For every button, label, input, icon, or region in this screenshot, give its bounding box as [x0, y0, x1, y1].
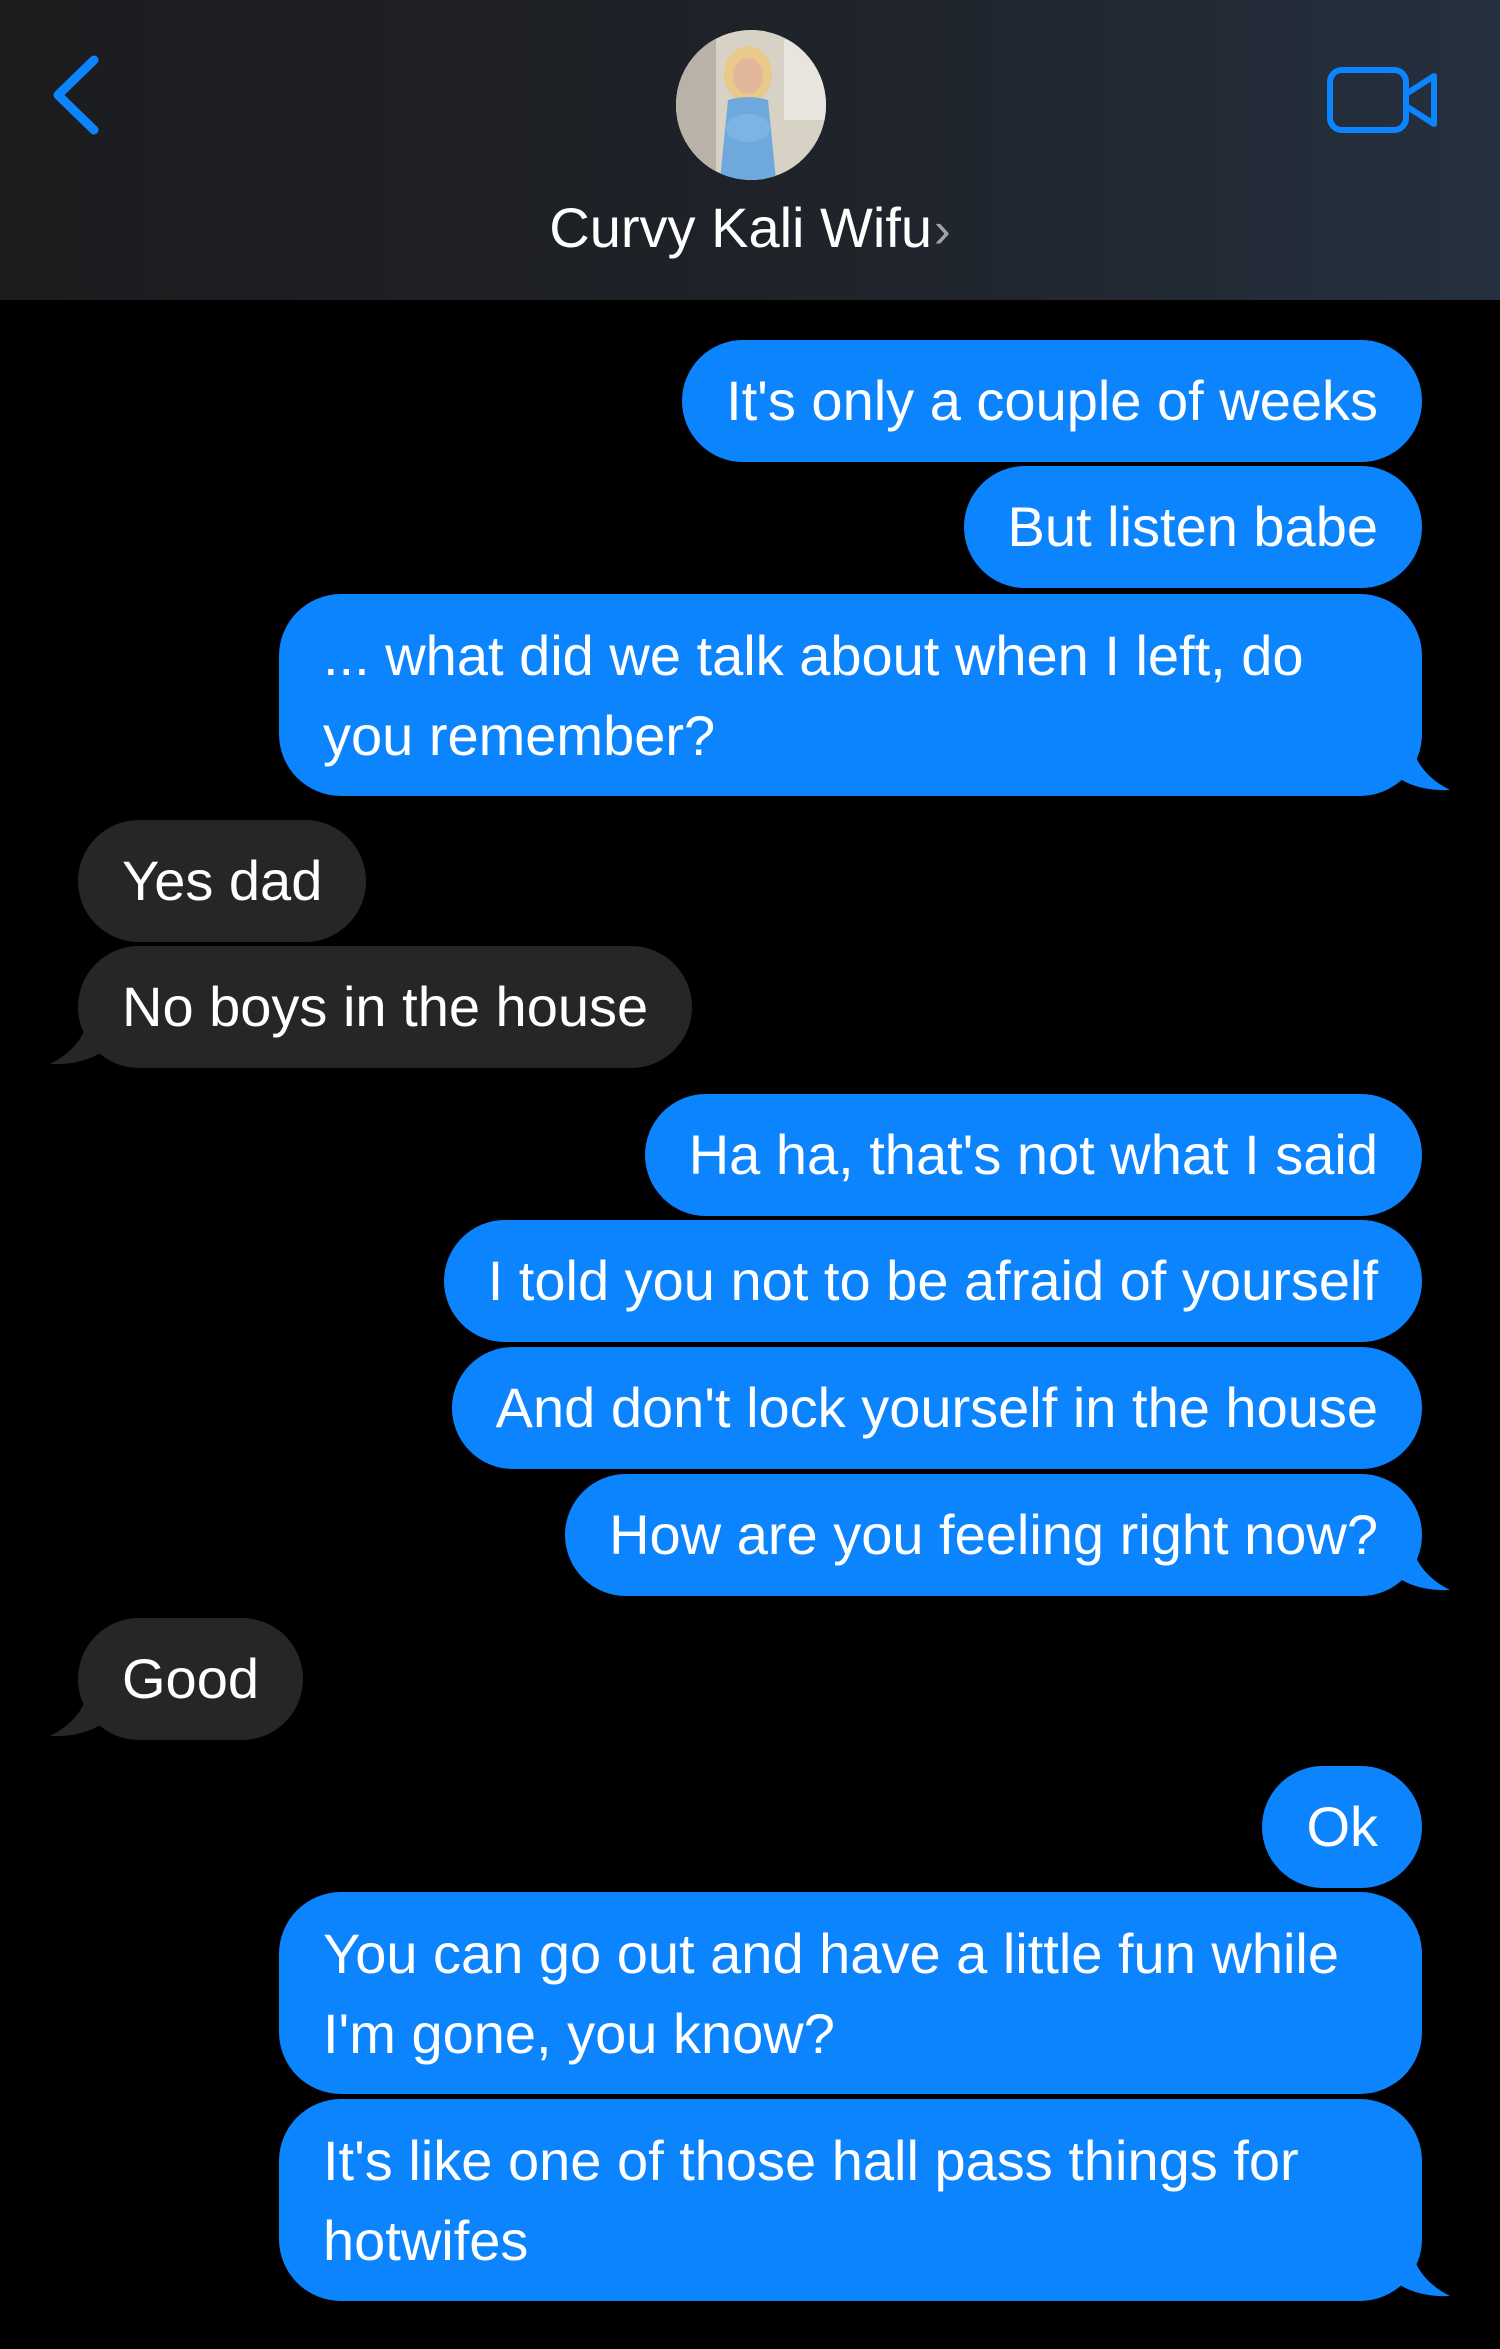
- message-bubble-sent[interactable]: It's only a couple of weeks: [682, 340, 1422, 462]
- conversation-header: Curvy Kali Wifu›: [0, 0, 1500, 300]
- message-bubble-sent[interactable]: Ok: [1262, 1766, 1422, 1888]
- contact-name: Curvy Kali Wifu: [549, 196, 933, 259]
- bubble-tail: [50, 1682, 120, 1737]
- message-text: You can go out and have a little fun whi…: [323, 1922, 1340, 2065]
- message-text: And don't lock yourself in the house: [495, 1376, 1378, 1439]
- message-bubble-received[interactable]: No boys in the house: [78, 946, 693, 1068]
- message-text: It's only a couple of weeks: [726, 369, 1378, 432]
- message-bubble-sent[interactable]: How are you feeling right now?: [565, 1474, 1422, 1596]
- message-text: I told you not to be afraid of yourself: [487, 1249, 1378, 1312]
- avatar-photo: [676, 30, 826, 180]
- message-bubble-sent[interactable]: But listen babe: [963, 466, 1422, 588]
- message-bubble-sent[interactable]: Ha ha, that's not what I said: [644, 1094, 1422, 1216]
- contact-avatar[interactable]: [676, 30, 826, 180]
- message-bubble-sent[interactable]: And don't lock yourself in the house: [451, 1347, 1422, 1469]
- bubble-tail: [1380, 2242, 1450, 2297]
- video-camera-icon: [1327, 67, 1437, 133]
- chevron-left-icon: [53, 55, 99, 135]
- bubble-tail: [1380, 1536, 1450, 1591]
- contact-name-button[interactable]: Curvy Kali Wifu›: [0, 196, 1500, 262]
- message-bubble-sent[interactable]: It's like one of those hall pass things …: [279, 2099, 1422, 2301]
- message-bubble-sent[interactable]: ... what did we talk about when I left, …: [279, 594, 1422, 796]
- message-text: How are you feeling right now?: [609, 1503, 1378, 1566]
- message-text: But listen babe: [1007, 495, 1378, 558]
- bubble-tail: [50, 1010, 120, 1065]
- message-text: ... what did we talk about when I left, …: [323, 624, 1304, 767]
- bubble-tail: [1380, 736, 1450, 791]
- message-text: Ha ha, that's not what I said: [688, 1123, 1378, 1186]
- message-text: Good: [122, 1647, 259, 1710]
- message-bubble-sent[interactable]: You can go out and have a little fun whi…: [279, 1892, 1422, 2094]
- message-text: Ok: [1306, 1795, 1378, 1858]
- chevron-right-icon: ›: [934, 202, 951, 258]
- message-bubble-sent[interactable]: I told you not to be afraid of yourself: [443, 1220, 1422, 1342]
- message-text: Yes dad: [122, 849, 323, 912]
- message-text: It's like one of those hall pass things …: [323, 2129, 1299, 2272]
- message-text: No boys in the house: [122, 975, 649, 1038]
- message-bubble-received[interactable]: Yes dad: [78, 820, 367, 942]
- back-button[interactable]: [48, 52, 108, 138]
- video-call-button[interactable]: [1326, 64, 1440, 136]
